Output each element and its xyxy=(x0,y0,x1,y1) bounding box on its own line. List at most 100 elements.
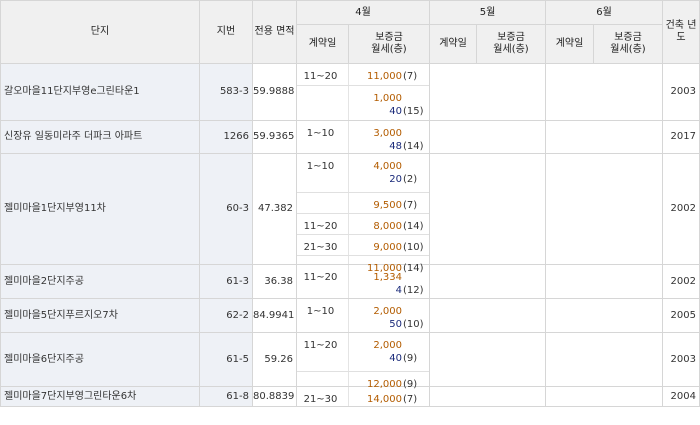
contract-line: 21~30 9,000 (10) xyxy=(297,241,429,254)
contract-date: 11~20 xyxy=(303,71,338,82)
june-contracts xyxy=(545,153,663,265)
header-jibun: 지번 xyxy=(199,0,253,64)
area-cell: 36.38 xyxy=(252,264,297,299)
contract-entry: 21~30 9,000 (10) xyxy=(297,234,429,255)
year-built-cell: 2005 xyxy=(662,298,700,333)
rent-floor: (14) xyxy=(403,141,424,152)
april-contracts: 11~20 2,000 40 (9) 12,000 (9) xyxy=(296,332,430,390)
contract-line: 21~30 14,000 (7) xyxy=(297,393,429,406)
deposit-value: 9,000 (10) xyxy=(344,241,429,254)
header-rent-label: 월세(층) xyxy=(493,44,529,55)
contract-date: 11~20 xyxy=(303,340,338,351)
header-rent-label: 월세(층) xyxy=(610,44,646,55)
may-contracts xyxy=(429,298,546,333)
deposit-floor: (7) xyxy=(403,71,418,82)
rent-floor: (10) xyxy=(403,319,424,330)
june-contracts xyxy=(545,298,663,333)
header-deposit-rent-4: 보증금 월세(층) xyxy=(348,24,430,64)
rent-value: 50 (10) xyxy=(344,318,429,331)
deposit-value: 2,000 xyxy=(344,305,429,318)
rent-value: 4 (12) xyxy=(344,284,429,297)
year-built-cell: 2017 xyxy=(662,120,700,154)
contract-date: 1~10 xyxy=(306,161,335,172)
deposit-floor xyxy=(402,127,427,140)
deposit-amount: 11,000 xyxy=(367,71,402,82)
contract-date-spacer xyxy=(297,284,344,297)
jibun-cell: 1266 xyxy=(199,120,253,154)
jibun-cell: 61-3 xyxy=(199,264,253,299)
june-contracts xyxy=(545,332,663,387)
deposit-value: 1,334 xyxy=(344,271,429,284)
deposit-value: 11,000 (7) xyxy=(344,70,429,83)
deposit-amount: 8,000 xyxy=(373,221,402,232)
area-cell: 59.9888 xyxy=(252,63,297,121)
contract-line: 11~20 8,000 (14) xyxy=(297,220,429,233)
jibun-cell: 60-3 xyxy=(199,153,253,265)
year-built-cell: 2002 xyxy=(662,153,700,265)
may-contracts xyxy=(429,120,546,154)
deposit-amount: 2,000 xyxy=(373,306,402,317)
deposit-floor xyxy=(402,305,427,318)
header-contract-date-6: 계약일 xyxy=(545,24,594,64)
contract-line: 1~10 2,000 xyxy=(297,305,429,318)
complex-name: 갈오마을11단지부영e그린타운1 xyxy=(0,63,200,121)
deposit-amount: 1,334 xyxy=(373,272,402,283)
table-row: 젤미마을1단지부영11차 60-3 47.382 1~10 4,000 20 (2) 9,50… xyxy=(0,153,700,274)
jibun-cell: 61-8 xyxy=(199,386,253,407)
rent-amount: 48 xyxy=(389,141,402,152)
table-row: 젤미마을6단지주공 61-5 59.26 11~20 2,000 40 (9) 12,000(… xyxy=(0,332,700,390)
area-cell: 47.382 xyxy=(252,153,297,265)
complex-name: 젤미마을2단지주공 xyxy=(0,264,200,299)
header-contract-date-4: 계약일 xyxy=(296,24,349,64)
deposit-value: 1,000 xyxy=(344,92,429,105)
deposit-amount: 9,500 xyxy=(373,200,402,211)
jibun-cell: 583-3 xyxy=(199,63,253,121)
header-deposit-label: 보증금 xyxy=(497,32,525,43)
rent-floor: (2) xyxy=(403,174,418,185)
header-deposit-label: 보증금 xyxy=(614,32,642,43)
contract-list: 11~20 2,000 40 (9) 12,000 (9) xyxy=(297,333,429,390)
contract-entry: 21~30 14,000 (7) xyxy=(297,387,429,408)
contract-date-spacer xyxy=(297,173,344,186)
contract-list: 1~10 4,000 20 (2) 9,500 (7) 11~20 8,000 (14) 21~3… xyxy=(297,154,429,274)
jibun-cell: 62-2 xyxy=(199,298,253,333)
contract-date: 1~10 xyxy=(306,128,335,139)
rent-floor: (12) xyxy=(403,285,424,296)
may-contracts xyxy=(429,153,546,265)
deposit-value: 14,000 (7) xyxy=(344,393,429,406)
contract-date xyxy=(297,92,344,105)
april-contracts: 1~10 2,000 50 (10) xyxy=(296,298,430,333)
year-built-cell: 2004 xyxy=(662,386,700,407)
contract-line: 1~10 4,000 xyxy=(297,160,429,173)
table-row: 신장유 일동미라주 더파크 아파트 1266 59.9365 1~10 3,000 48(… xyxy=(0,120,700,154)
rent-value: 48 (14) xyxy=(344,140,429,153)
contract-date-spacer xyxy=(297,352,344,365)
area-cell: 59.9365 xyxy=(252,120,297,154)
deposit-amount: 9,000 xyxy=(373,242,402,253)
contract-entry: 11~20 11,000 (7) xyxy=(297,64,429,85)
deposit-floor: (10) xyxy=(403,242,424,253)
contract-date: 11~20 xyxy=(303,221,338,232)
june-contracts xyxy=(545,264,663,299)
deposit-value: 8,000 (14) xyxy=(344,220,429,233)
deposit-amount: 14,000 xyxy=(367,394,402,405)
contract-entry: 1~10 2,000 50 (10) xyxy=(297,299,429,337)
april-contracts: 1~10 4,000 20 (2) 9,500 (7) 11~20 8,000 (14) 21~3… xyxy=(296,153,430,274)
contract-line: 11~20 1,334 xyxy=(297,271,429,284)
deposit-floor: (7) xyxy=(403,200,418,211)
rent-floor: (15) xyxy=(403,106,424,117)
header-deposit-rent-5: 보증금 월세(층) xyxy=(476,24,546,64)
year-built-cell: 2003 xyxy=(662,63,700,121)
rent-amount: 40 xyxy=(389,106,402,117)
contract-entry: 11~20 8,000 (14) xyxy=(297,213,429,234)
table-row: 갈오마을11단지부영e그린타운1 583-3 59.9888 11~20 11,000(… xyxy=(0,63,700,121)
complex-name: 젤미마을5단지푸르지오7차 xyxy=(0,298,200,333)
header-month-6: 6월 xyxy=(545,0,663,25)
april-contracts: 1~10 3,000 48 (14) xyxy=(296,120,430,154)
contract-date: 1~10 xyxy=(306,306,335,317)
deposit-floor xyxy=(402,271,427,284)
contract-date: 21~30 xyxy=(303,394,338,405)
contract-list: 11~20 1,334 4 (12) xyxy=(297,265,429,298)
deposit-value: 9,500 (7) xyxy=(344,199,429,212)
contract-entry: 9,500 (7) xyxy=(297,192,429,213)
